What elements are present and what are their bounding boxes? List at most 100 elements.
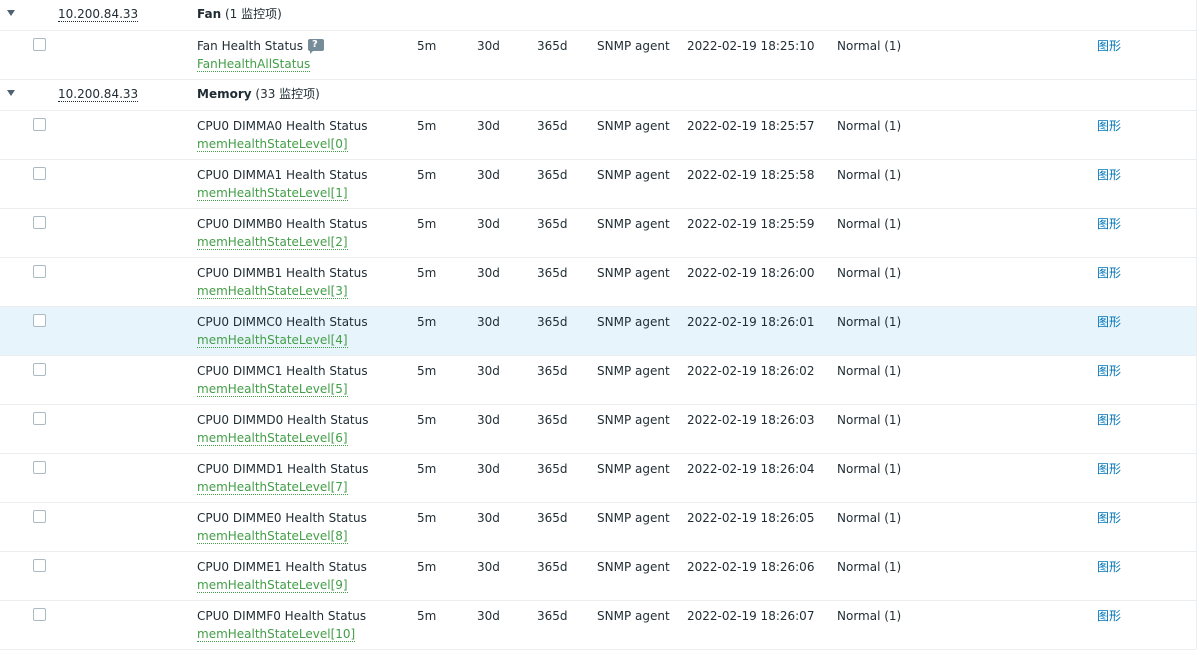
graph-link[interactable]: 图形 xyxy=(1097,315,1121,329)
item-interval: 5m xyxy=(417,315,437,329)
item-last-value: Normal (1) xyxy=(837,413,902,427)
item-name: CPU0 DIMMB1 Health Status xyxy=(197,266,367,280)
item-last-check: 2022-02-19 18:26:06 xyxy=(687,560,815,574)
item-checkbox[interactable] xyxy=(33,265,46,278)
item-last-value: Normal (1) xyxy=(837,364,902,378)
item-name: CPU0 DIMMB0 Health Status xyxy=(197,217,367,231)
item-type: SNMP agent xyxy=(597,119,670,133)
item-checkbox[interactable] xyxy=(33,38,46,51)
item-trends: 365d xyxy=(537,168,568,182)
item-name: CPU0 DIMMC1 Health Status xyxy=(197,364,368,378)
collapse-toggle-icon[interactable] xyxy=(7,90,15,96)
graph-link[interactable]: 图形 xyxy=(1097,413,1121,427)
item-row: CPU0 DIMMA0 Health Status memHealthStateL… xyxy=(0,111,1196,160)
item-last-check: 2022-02-19 18:25:58 xyxy=(687,168,815,182)
graph-link[interactable]: 图形 xyxy=(1097,39,1121,53)
item-key-link[interactable]: memHealthStateLevel[1] xyxy=(197,186,348,201)
item-type: SNMP agent xyxy=(597,364,670,378)
item-key-link[interactable]: memHealthStateLevel[8] xyxy=(197,529,348,544)
item-history: 30d xyxy=(477,364,500,378)
item-interval: 5m xyxy=(417,119,437,133)
item-key-link[interactable]: FanHealthAllStatus xyxy=(197,57,311,72)
item-name-text: CPU0 DIMMD0 Health Status xyxy=(197,413,369,427)
item-interval: 5m xyxy=(417,609,437,623)
item-key-link[interactable]: memHealthStateLevel[6] xyxy=(197,431,348,446)
item-row: CPU0 DIMME0 Health Status memHealthStateL… xyxy=(0,503,1196,552)
item-history: 30d xyxy=(477,511,500,525)
item-checkbox[interactable] xyxy=(33,118,46,131)
item-last-value: Normal (1) xyxy=(837,609,902,623)
graph-link[interactable]: 图形 xyxy=(1097,119,1121,133)
application-name: Fan xyxy=(197,7,222,21)
item-checkbox[interactable] xyxy=(33,314,46,327)
item-history: 30d xyxy=(477,462,500,476)
item-checkbox[interactable] xyxy=(33,412,46,425)
item-interval: 5m xyxy=(417,364,437,378)
item-key-link[interactable]: memHealthStateLevel[10] xyxy=(197,627,356,642)
item-last-value: Normal (1) xyxy=(837,39,902,53)
item-name-text: CPU0 DIMMA0 Health Status xyxy=(197,119,368,133)
item-name: CPU0 DIMMA1 Health Status xyxy=(197,168,367,182)
item-name-text: CPU0 DIMMD1 Health Status xyxy=(197,462,369,476)
item-trends: 365d xyxy=(537,462,568,476)
item-last-value: Normal (1) xyxy=(837,560,902,574)
item-checkbox[interactable] xyxy=(33,167,46,180)
host-link[interactable]: 10.200.84.33 xyxy=(58,7,139,22)
item-row: CPU0 DIMMB0 Health Status memHealthStateL… xyxy=(0,209,1196,258)
item-trends: 365d xyxy=(537,609,568,623)
item-key-link[interactable]: memHealthStateLevel[2] xyxy=(197,235,348,250)
graph-link[interactable]: 图形 xyxy=(1097,609,1121,623)
item-key-link[interactable]: memHealthStateLevel[5] xyxy=(197,382,348,397)
item-row: CPU0 DIMMD0 Health Status memHealthStateL… xyxy=(0,405,1196,454)
item-checkbox[interactable] xyxy=(33,363,46,376)
item-checkbox[interactable] xyxy=(33,216,46,229)
item-interval: 5m xyxy=(417,39,437,53)
help-icon[interactable] xyxy=(308,38,325,54)
item-history: 30d xyxy=(477,168,500,182)
collapse-toggle-icon[interactable] xyxy=(7,10,15,16)
table-right-border xyxy=(1196,0,1197,649)
item-name-text: Fan Health Status xyxy=(197,39,304,53)
item-row: CPU0 DIMMC0 Health Status memHealthStateL… xyxy=(0,307,1196,356)
item-last-check: 2022-02-19 18:25:57 xyxy=(687,119,815,133)
item-interval: 5m xyxy=(417,168,437,182)
graph-link[interactable]: 图形 xyxy=(1097,217,1121,231)
item-row: CPU0 DIMMA1 Health Status memHealthStateL… xyxy=(0,160,1196,209)
item-checkbox[interactable] xyxy=(33,510,46,523)
item-last-value: Normal (1) xyxy=(837,462,902,476)
item-history: 30d xyxy=(477,315,500,329)
host-link[interactable]: 10.200.84.33 xyxy=(58,87,139,102)
item-history: 30d xyxy=(477,609,500,623)
graph-link[interactable]: 图形 xyxy=(1097,462,1121,476)
graph-link[interactable]: 图形 xyxy=(1097,560,1121,574)
item-trends: 365d xyxy=(537,39,568,53)
item-interval: 5m xyxy=(417,511,437,525)
item-key-link[interactable]: memHealthStateLevel[7] xyxy=(197,480,348,495)
item-history: 30d xyxy=(477,266,500,280)
item-key-link[interactable]: memHealthStateLevel[4] xyxy=(197,333,348,348)
item-checkbox[interactable] xyxy=(33,461,46,474)
item-name-text: CPU0 DIMME0 Health Status xyxy=(197,511,367,525)
item-key-link[interactable]: memHealthStateLevel[3] xyxy=(197,284,348,299)
item-last-value: Normal (1) xyxy=(837,217,902,231)
item-checkbox[interactable] xyxy=(33,559,46,572)
item-name-text: CPU0 DIMMC0 Health Status xyxy=(197,315,368,329)
item-name-text: CPU0 DIMMB0 Health Status xyxy=(197,217,368,231)
item-checkbox[interactable] xyxy=(33,608,46,621)
item-last-check: 2022-02-19 18:26:04 xyxy=(687,462,815,476)
item-key-link[interactable]: memHealthStateLevel[0] xyxy=(197,137,348,152)
item-last-value: Normal (1) xyxy=(837,119,902,133)
item-history: 30d xyxy=(477,560,500,574)
item-type: SNMP agent xyxy=(597,413,670,427)
item-last-check: 2022-02-19 18:26:00 xyxy=(687,266,815,280)
graph-link[interactable]: 图形 xyxy=(1097,511,1121,525)
graph-link[interactable]: 图形 xyxy=(1097,266,1121,280)
graph-link[interactable]: 图形 xyxy=(1097,364,1121,378)
graph-link[interactable]: 图形 xyxy=(1097,168,1121,182)
item-last-value: Normal (1) xyxy=(837,511,902,525)
item-row: Fan Health Status FanHealthAllStatus 5m 30d… xyxy=(0,31,1196,80)
item-type: SNMP agent xyxy=(597,217,670,231)
item-last-check: 2022-02-19 18:26:01 xyxy=(687,315,815,329)
item-last-value: Normal (1) xyxy=(837,315,902,329)
item-key-link[interactable]: memHealthStateLevel[9] xyxy=(197,578,348,593)
